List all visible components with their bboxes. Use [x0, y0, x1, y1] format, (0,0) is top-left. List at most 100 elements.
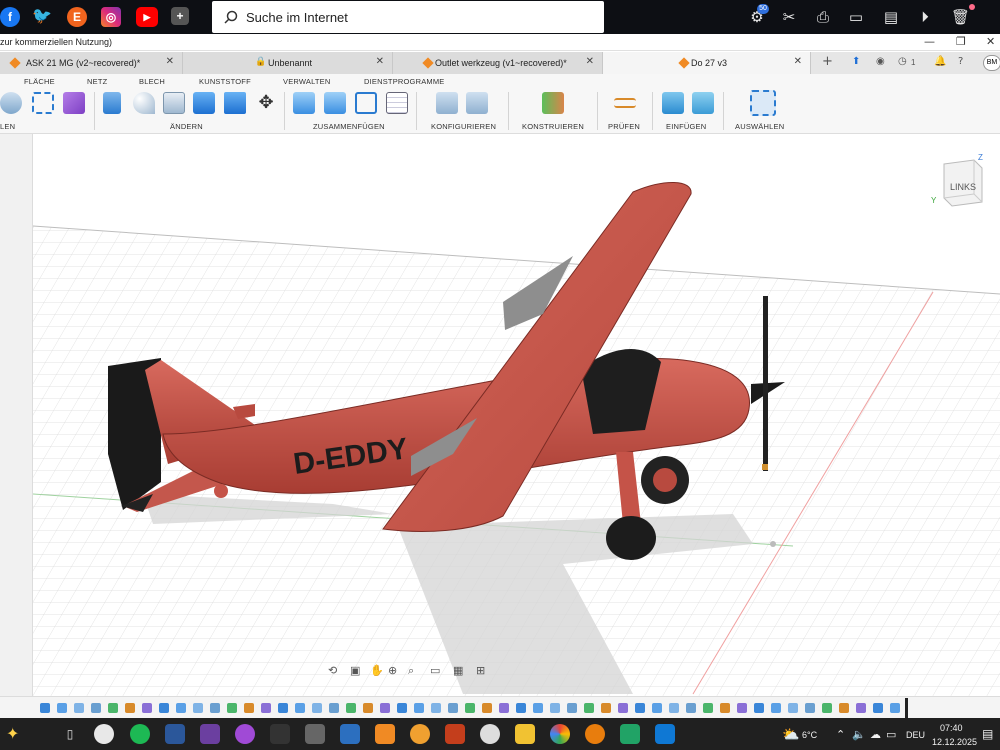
configure-table-icon[interactable]: [466, 92, 488, 114]
timeline-marker[interactable]: [905, 698, 908, 718]
timeline-feature-icon[interactable]: [499, 703, 509, 713]
timeline-feature-icon[interactable]: [210, 703, 220, 713]
tab-do27[interactable]: Do 27 v3 ✕: [603, 52, 811, 74]
timeline-feature-icon[interactable]: [380, 703, 390, 713]
close-tab-icon[interactable]: ✕: [166, 56, 174, 67]
timeline-feature-icon[interactable]: [516, 703, 526, 713]
timeline-feature-icon[interactable]: [822, 703, 832, 713]
timeline-feature-icon[interactable]: [465, 703, 475, 713]
timeline-feature-icon[interactable]: [414, 703, 424, 713]
language-indicator[interactable]: DEU: [906, 730, 925, 740]
timeline-feature-icon[interactable]: [91, 703, 101, 713]
design-timeline[interactable]: [0, 696, 1000, 718]
timeline-feature-icon[interactable]: [754, 703, 764, 713]
tab-ask21[interactable]: ASK 21 MG (v2~recovered)* ✕: [0, 52, 183, 74]
app-icon-red[interactable]: [94, 724, 114, 744]
fillet-icon[interactable]: [133, 92, 155, 114]
video-icon[interactable]: ▭: [847, 8, 865, 26]
timeline-feature-icon[interactable]: [261, 703, 271, 713]
timeline-feature-icon[interactable]: [482, 703, 492, 713]
timeline-feature-icon[interactable]: [108, 703, 118, 713]
copilot-icon[interactable]: ✦: [6, 724, 42, 744]
tab-unbenannt[interactable]: 🔒 Unbenannt ✕: [183, 52, 393, 74]
insert-icon[interactable]: [662, 92, 684, 114]
print-icon[interactable]: ⎙: [814, 8, 832, 26]
app-icon-orange[interactable]: [410, 724, 430, 744]
timeline-feature-icon[interactable]: [363, 703, 373, 713]
ribbon-tab-flaeche[interactable]: FLÄCHE: [24, 77, 55, 86]
ribbon-group-konfigurieren[interactable]: KONFIGURIEREN: [431, 122, 496, 131]
timeline-feature-icon[interactable]: [40, 703, 50, 713]
extensions-icon[interactable]: ◉: [876, 56, 885, 67]
timeline-feature-icon[interactable]: [805, 703, 815, 713]
fusion-icon[interactable]: [375, 724, 395, 744]
view-cube[interactable]: LINKS Z Y: [930, 150, 990, 210]
measure-icon[interactable]: [614, 98, 636, 108]
outlook-icon[interactable]: [655, 724, 675, 744]
press-pull-icon[interactable]: [103, 92, 121, 114]
word-icon[interactable]: [165, 724, 185, 744]
select-icon[interactable]: [750, 90, 776, 116]
powerpoint-icon[interactable]: [445, 724, 465, 744]
timeline-feature-icon[interactable]: [397, 703, 407, 713]
notification-center-icon[interactable]: ▤: [982, 727, 993, 741]
timeline-feature-icon[interactable]: [312, 703, 322, 713]
chevron-up-icon[interactable]: ⌃: [836, 728, 845, 741]
scissors-icon[interactable]: ✂: [780, 8, 798, 26]
joint-origin-icon[interactable]: [355, 92, 377, 114]
timeline-feature-icon[interactable]: [856, 703, 866, 713]
insert-image-icon[interactable]: [692, 92, 714, 114]
joint-icon[interactable]: [293, 92, 315, 114]
close-window-button[interactable]: ✕: [986, 35, 995, 48]
ribbon-group-auswaehlen[interactable]: AUSWÄHLEN: [735, 122, 784, 131]
new-tab-button[interactable]: +: [822, 54, 833, 69]
ribbon-group-aendern[interactable]: ÄNDERN: [170, 122, 203, 131]
chamfer-icon[interactable]: [163, 92, 185, 114]
bell-icon[interactable]: 🔔: [934, 56, 946, 67]
spotify-icon[interactable]: [130, 724, 150, 744]
shell-icon[interactable]: [193, 92, 215, 114]
timeline-feature-icon[interactable]: [227, 703, 237, 713]
app-icon-blue[interactable]: [340, 724, 360, 744]
ribbon-tab-blech[interactable]: BLECH: [139, 77, 165, 86]
timeline-feature-icon[interactable]: [329, 703, 339, 713]
app-icon-grey[interactable]: [305, 724, 325, 744]
as-built-joint-icon[interactable]: [324, 92, 346, 114]
combine-icon[interactable]: [224, 92, 246, 114]
timeline-feature-icon[interactable]: [873, 703, 883, 713]
ribbon-group-len[interactable]: LEN: [0, 122, 15, 131]
timeline-feature-icon[interactable]: [295, 703, 305, 713]
purple-body-icon[interactable]: [63, 92, 85, 114]
viewports-icon[interactable]: ⊞: [476, 664, 485, 677]
timeline-feature-icon[interactable]: [737, 703, 747, 713]
timeline-feature-icon[interactable]: [890, 703, 900, 713]
task-view-icon[interactable]: ▯: [60, 724, 80, 744]
file-explorer-icon[interactable]: [515, 724, 535, 744]
timeline-feature-icon[interactable]: [669, 703, 679, 713]
pan-icon[interactable]: ✋: [370, 664, 384, 677]
orbit-icon[interactable]: ⟲: [328, 664, 337, 677]
timeline-feature-icon[interactable]: [550, 703, 560, 713]
timeline-feature-icon[interactable]: [278, 703, 288, 713]
chrome-icon[interactable]: [550, 724, 570, 744]
clipboard-icon[interactable]: ▤: [882, 8, 900, 26]
ribbon-group-einfuegen[interactable]: EINFÜGEN: [666, 122, 706, 131]
close-tab-icon[interactable]: ✕: [586, 56, 594, 67]
timeline-feature-icon[interactable]: [635, 703, 645, 713]
ribbon-tab-kunststoff[interactable]: KUNSTSTOFF: [199, 77, 251, 86]
3d-viewport[interactable]: D-EDDY: [33, 134, 1000, 696]
ribbon-group-zusammenfuegen[interactable]: ZUSAMMENFÜGEN: [313, 122, 385, 131]
browser-panel-collapsed[interactable]: [0, 134, 33, 696]
speaker-icon[interactable]: 🔈: [852, 728, 866, 741]
timeline-feature-icon[interactable]: [686, 703, 696, 713]
etsy-icon[interactable]: E: [67, 7, 87, 27]
timeline-feature-icon[interactable]: [244, 703, 254, 713]
avatar[interactable]: BM: [983, 55, 1000, 71]
minimize-button[interactable]: —: [924, 35, 935, 48]
timeline-feature-icon[interactable]: [567, 703, 577, 713]
timeline-feature-icon[interactable]: [193, 703, 203, 713]
close-tab-icon[interactable]: ✕: [376, 56, 384, 67]
look-at-icon[interactable]: ▣: [350, 664, 360, 677]
timeline-feature-icon[interactable]: [703, 703, 713, 713]
blender-icon[interactable]: [585, 724, 605, 744]
